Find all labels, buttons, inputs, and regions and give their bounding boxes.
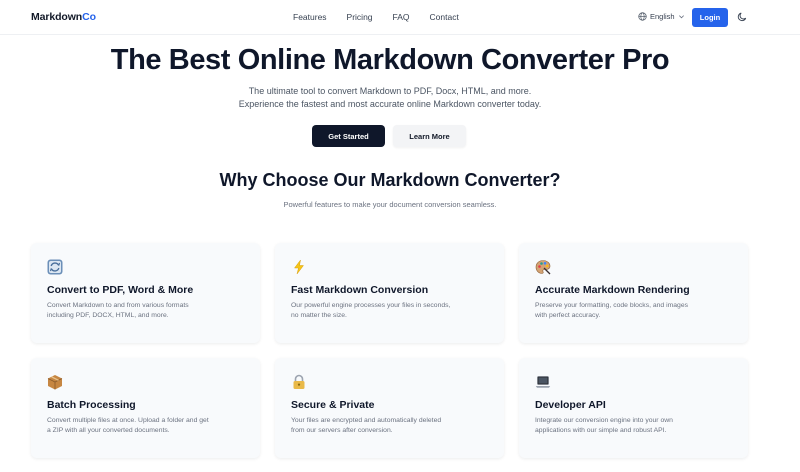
globe-icon	[638, 12, 647, 21]
feature-card-title: Batch Processing	[47, 399, 136, 411]
login-button[interactable]: Login	[692, 8, 728, 27]
feature-card-description: Preserve your formatting, code blocks, a…	[535, 301, 732, 321]
get-started-button[interactable]: Get Started	[312, 125, 385, 147]
logo-text-main: Markdown	[31, 11, 83, 23]
nav-link-features[interactable]: Features	[293, 12, 327, 22]
feature-desc-line-2: with perfect accuracy.	[535, 312, 601, 319]
feature-desc-line-2: from our servers after conversion.	[291, 427, 393, 434]
feature-desc-line-1: Preserve your formatting, code blocks, a…	[535, 302, 689, 309]
package-icon	[47, 375, 63, 390]
hero-subtitle: The ultimate tool to convert Markdown to…	[0, 85, 780, 111]
feature-card-description: Your files are encrypted and automatical…	[291, 416, 488, 436]
feature-desc-line-1: Convert multiple files at once. Upload a…	[47, 417, 209, 424]
convert-icon	[47, 259, 63, 275]
nav-links: Features Pricing FAQ Contact	[293, 12, 479, 22]
feature-desc-line-2: applications with our simple and robust …	[535, 427, 667, 434]
language-selector[interactable]: English	[638, 12, 685, 21]
feature-card-secure: Secure & Private Your files are encrypte…	[275, 358, 504, 458]
learn-more-button[interactable]: Learn More	[393, 125, 466, 147]
laptop-icon	[535, 376, 551, 388]
logo[interactable]: MarkdownCo	[31, 11, 96, 23]
features-title: Why Choose Our Markdown Converter?	[219, 170, 561, 190]
feature-card-convert: Convert to PDF, Word & More Convert Mark…	[31, 243, 260, 343]
language-label: English	[650, 12, 675, 21]
feature-card-title: Secure & Private	[291, 399, 375, 411]
feature-card-batch: Batch Processing Convert multiple files …	[31, 358, 260, 458]
logo-text-accent: Co	[82, 11, 96, 23]
hero-title: The Best Online Markdown Converter Pro	[110, 44, 670, 76]
feature-desc-line-2: a ZIP with all your converted documents.	[47, 427, 170, 434]
feature-desc-line-1: Integrate our conversion engine into you…	[535, 417, 673, 424]
feature-card-description: Convert multiple files at once. Upload a…	[47, 416, 244, 436]
feature-desc-line-1: Our powerful engine processes your files…	[291, 302, 451, 309]
feature-desc-line-2: no matter the size.	[291, 312, 347, 319]
feature-card-rendering: Accurate Markdown Rendering Preserve you…	[519, 243, 748, 343]
feature-desc-line-2: including PDF, DOCX, HTML, and more.	[47, 312, 169, 319]
feature-card-description: Integrate our conversion engine into you…	[535, 416, 732, 436]
hero-subtitle-line-1: The ultimate tool to convert Markdown to…	[248, 86, 532, 96]
feature-card-title: Developer API	[535, 399, 606, 411]
feature-card-title: Accurate Markdown Rendering	[535, 284, 690, 296]
navbar: MarkdownCo Features Pricing FAQ Contact …	[0, 0, 800, 35]
features-subtitle: Powerful features to make your document …	[283, 200, 497, 209]
moon-icon[interactable]	[737, 11, 748, 22]
lock-icon	[293, 374, 305, 389]
feature-card-description: Our powerful engine processes your files…	[291, 301, 488, 321]
feature-card-api: Developer API Integrate our conversion e…	[519, 358, 748, 458]
feature-card-title: Convert to PDF, Word & More	[47, 284, 194, 296]
nav-link-contact[interactable]: Contact	[430, 12, 459, 22]
lightning-icon	[294, 259, 305, 275]
palette-icon	[535, 260, 551, 275]
chevron-down-icon	[678, 15, 684, 19]
feature-card-description: Convert Markdown to and from various for…	[47, 301, 244, 321]
feature-card-fast: Fast Markdown Conversion Our powerful en…	[275, 243, 504, 343]
hero-subtitle-line-2: Experience the fastest and most accurate…	[238, 99, 542, 109]
feature-desc-line-1: Convert Markdown to and from various for…	[47, 302, 189, 309]
nav-link-faq[interactable]: FAQ	[393, 12, 410, 22]
nav-link-pricing[interactable]: Pricing	[347, 12, 373, 22]
feature-desc-line-1: Your files are encrypted and automatical…	[291, 417, 442, 424]
feature-card-title: Fast Markdown Conversion	[291, 284, 429, 296]
